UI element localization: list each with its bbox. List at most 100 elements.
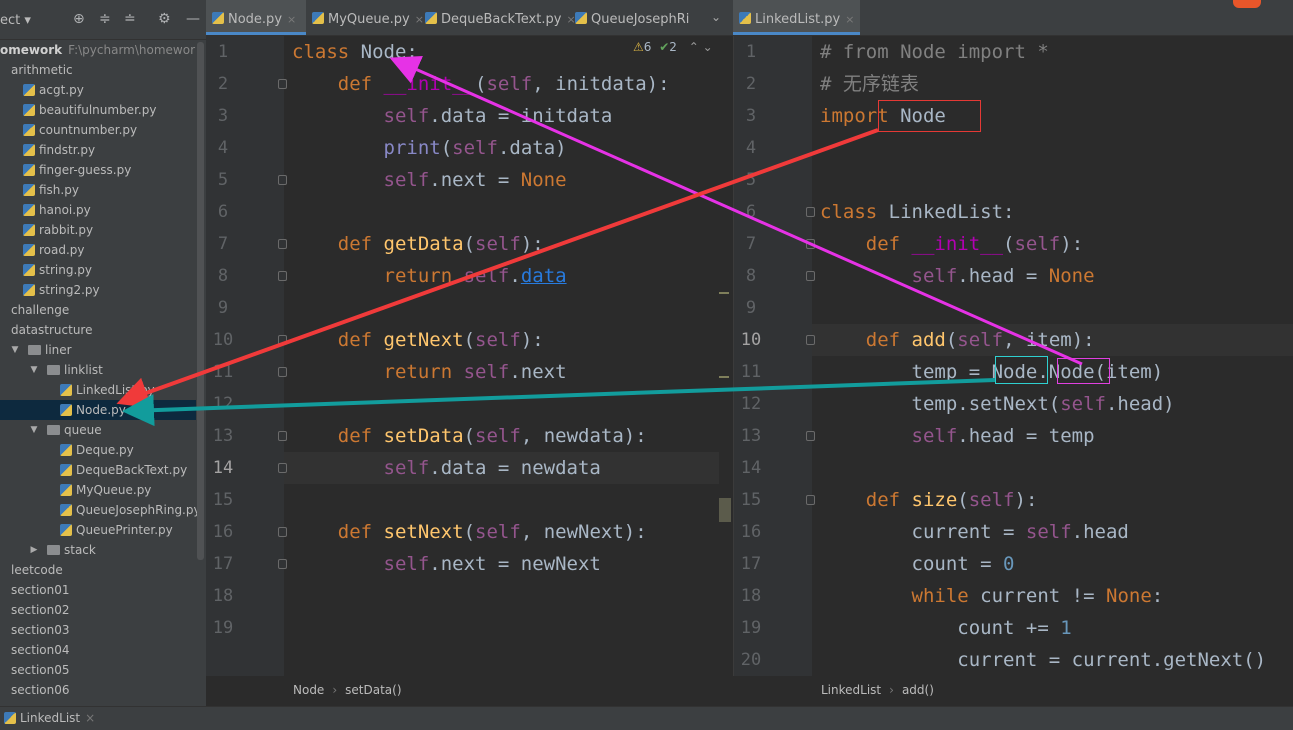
editor-node-py[interactable]: ⚠6 ✔2 ⌃ ⌄ 1 class Node: 2 def __init__(sel… bbox=[206, 36, 733, 676]
tree-folder[interactable]: section01 bbox=[0, 580, 196, 600]
fold-marker-icon[interactable] bbox=[806, 207, 815, 217]
editor-linkedlist-py[interactable]: 1 # from Node import * 2 # 无序链表 3 import Node… bbox=[733, 36, 1293, 676]
line-number: 17 bbox=[740, 554, 762, 574]
tree-folder[interactable]: leetcode bbox=[0, 560, 196, 580]
tree-file[interactable]: findstr.py bbox=[0, 140, 196, 160]
minimize-icon[interactable]: — bbox=[186, 11, 200, 27]
tree-item-label: findstr.py bbox=[39, 143, 96, 157]
fold-marker-icon[interactable] bbox=[278, 559, 287, 569]
expand-all-icon[interactable]: ≑ bbox=[99, 11, 111, 27]
chevron-down-icon[interactable]: ▼ bbox=[29, 360, 39, 380]
gear-icon[interactable]: ⚙ bbox=[158, 11, 171, 27]
close-icon[interactable]: × bbox=[845, 13, 854, 26]
tree-file[interactable]: rabbit.py bbox=[0, 220, 196, 240]
tree-folder[interactable]: ▼ liner bbox=[0, 340, 196, 360]
project-view-selector[interactable]: ect ▾ bbox=[0, 13, 31, 28]
fold-marker-icon[interactable] bbox=[806, 495, 815, 505]
tree-item-label: stack bbox=[64, 543, 96, 557]
chevron-down-icon[interactable]: ▼ bbox=[29, 420, 39, 440]
line-number: 19 bbox=[740, 618, 762, 638]
fold-marker-icon[interactable] bbox=[806, 239, 815, 249]
tree-file[interactable]: beautifulnumber.py bbox=[0, 100, 196, 120]
tree-file[interactable]: hanoi.py bbox=[0, 200, 196, 220]
tree-file[interactable]: MyQueue.py bbox=[0, 480, 196, 500]
chevron-right-icon[interactable]: ▶ bbox=[29, 540, 39, 560]
fold-marker-icon[interactable] bbox=[278, 463, 287, 473]
line-number: 12 bbox=[212, 394, 234, 414]
right-editor-tabs: LinkedList.py × bbox=[733, 0, 1293, 36]
fold-marker-icon[interactable] bbox=[278, 335, 287, 345]
chevron-down-icon[interactable]: ▼ bbox=[10, 340, 20, 360]
tree-folder[interactable]: section05 bbox=[0, 660, 196, 680]
fold-marker-icon[interactable] bbox=[278, 79, 287, 89]
tree-root[interactable]: omework F:\pycharm\homewor bbox=[0, 40, 196, 60]
python-file-icon bbox=[60, 524, 72, 536]
tree-folder[interactable]: section02 bbox=[0, 600, 196, 620]
python-file-icon bbox=[60, 484, 72, 496]
editor-tab[interactable]: QueueJosephRi bbox=[569, 0, 699, 35]
tree-folder[interactable]: challenge bbox=[0, 300, 196, 320]
close-icon[interactable]: × bbox=[287, 13, 296, 26]
tree-folder[interactable]: section04 bbox=[0, 640, 196, 660]
tree-file[interactable]: QueuePrinter.py bbox=[0, 520, 196, 540]
tree-file[interactable]: road.py bbox=[0, 240, 196, 260]
line-number: 2 bbox=[745, 74, 757, 94]
run-tab[interactable]: LinkedList × bbox=[0, 707, 95, 730]
breadcrumb-method[interactable]: add() bbox=[902, 683, 934, 697]
line-number: 9 bbox=[217, 298, 229, 318]
tree-folder[interactable]: section03 bbox=[0, 620, 196, 640]
breadcrumb-method[interactable]: setData() bbox=[345, 683, 401, 697]
fold-marker-icon[interactable] bbox=[278, 175, 287, 185]
tree-file[interactable]: string2.py bbox=[0, 280, 196, 300]
ide-window: { "sidebar": { "toolbar_label": "ect", "… bbox=[0, 0, 1293, 730]
tree-file[interactable]: finger-guess.py bbox=[0, 160, 196, 180]
line-number: 18 bbox=[212, 586, 234, 606]
editor-scrollbar[interactable] bbox=[719, 36, 731, 576]
tree-folder[interactable]: ▼ queue bbox=[0, 420, 196, 440]
tree-folder[interactable]: datastructure bbox=[0, 320, 196, 340]
inspection-widget[interactable]: ⚠6 ✔2 ⌃ ⌄ bbox=[633, 40, 713, 54]
fold-marker-icon[interactable] bbox=[806, 431, 815, 441]
breadcrumb-class[interactable]: LinkedList bbox=[821, 683, 881, 697]
tree-file[interactable]: Deque.py bbox=[0, 440, 196, 460]
tree-file[interactable]: acgt.py bbox=[0, 80, 196, 100]
editor-tab[interactable]: LinkedList.py × bbox=[733, 0, 860, 35]
tree-folder[interactable]: section06 bbox=[0, 680, 196, 700]
fold-marker-icon[interactable] bbox=[806, 335, 815, 345]
code-line: def getNext(self): bbox=[292, 329, 544, 351]
tree-file[interactable]: string.py bbox=[0, 260, 196, 280]
line-number: 8 bbox=[217, 266, 229, 286]
tree-item-label: string2.py bbox=[39, 283, 100, 297]
tree-item-label: leetcode bbox=[11, 563, 63, 577]
editor-tab[interactable]: MyQueue.py × bbox=[306, 0, 424, 35]
editor-tab[interactable]: DequeBackText.py × bbox=[419, 0, 576, 35]
tree-folder[interactable]: ▶ stack bbox=[0, 540, 196, 560]
tree-file[interactable]: QueueJosephRing.py bbox=[0, 500, 201, 520]
code-line: def add(self, item): bbox=[820, 329, 1095, 351]
fold-marker-icon[interactable] bbox=[278, 527, 287, 537]
tree-folder[interactable]: ▼ linklist bbox=[0, 360, 196, 380]
tree-file[interactable]: fish.py bbox=[0, 180, 196, 200]
fold-marker-icon[interactable] bbox=[806, 271, 815, 281]
fold-marker-icon[interactable] bbox=[278, 431, 287, 441]
tab-list-dropdown-icon[interactable]: ⌄ bbox=[711, 10, 721, 24]
tree-file[interactable]: Node.py bbox=[0, 400, 196, 420]
line-number: 6 bbox=[217, 202, 229, 222]
sidebar-scrollbar[interactable] bbox=[197, 42, 204, 560]
tree-item-label: LinkedList.py bbox=[76, 383, 155, 397]
breadcrumb-class[interactable]: Node bbox=[293, 683, 324, 697]
tree-file[interactable]: LinkedList.py bbox=[0, 380, 196, 400]
tree-folder[interactable]: arithmetic bbox=[0, 60, 196, 80]
line-number: 9 bbox=[745, 298, 757, 318]
collapse-all-icon[interactable]: ≐ bbox=[124, 11, 136, 27]
locate-icon[interactable]: ⊕ bbox=[73, 11, 85, 27]
tree-file[interactable]: countnumber.py bbox=[0, 120, 196, 140]
tab-label: QueueJosephRi bbox=[591, 12, 690, 27]
fold-marker-icon[interactable] bbox=[278, 367, 287, 377]
tab-label: Node.py bbox=[228, 12, 283, 27]
scroll-thumb[interactable] bbox=[719, 498, 731, 522]
tree-file[interactable]: DequeBackText.py bbox=[0, 460, 196, 480]
fold-marker-icon[interactable] bbox=[278, 239, 287, 249]
editor-tab[interactable]: Node.py × bbox=[206, 0, 306, 35]
fold-marker-icon[interactable] bbox=[278, 271, 287, 281]
